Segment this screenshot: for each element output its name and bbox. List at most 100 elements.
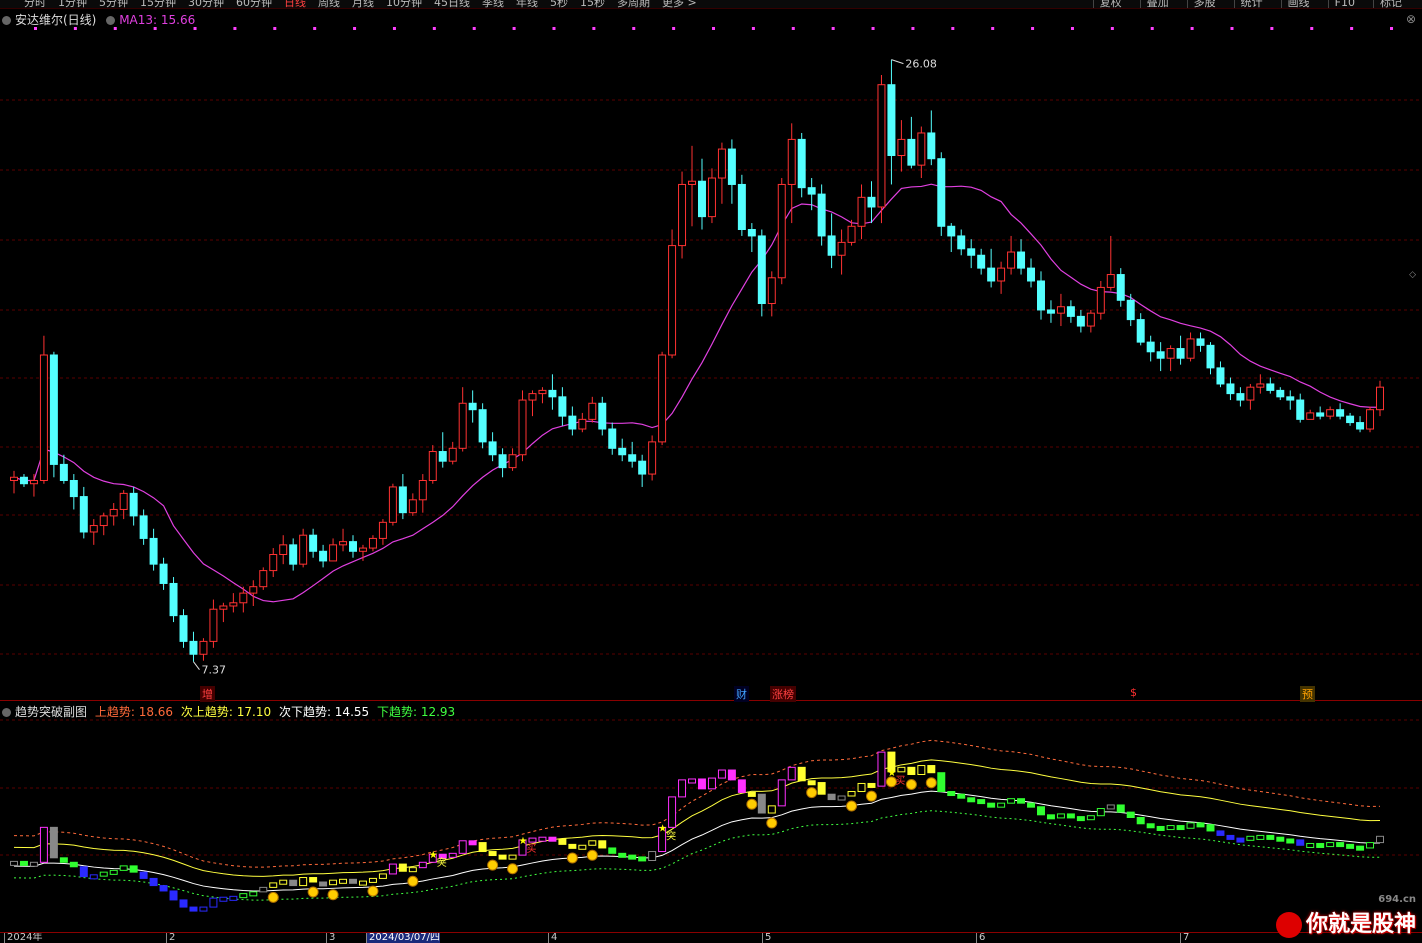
sub-up-trend-line	[13, 759, 1381, 877]
top-dot-marker	[313, 27, 317, 30]
trend-bar	[478, 842, 487, 853]
trend-bar	[678, 779, 687, 798]
signal-label: 突	[437, 856, 447, 869]
trend-bar	[1076, 816, 1085, 822]
star-icon: ★	[519, 836, 528, 847]
candle-up	[1106, 274, 1115, 288]
event-marker[interactable]: 预	[1300, 686, 1315, 702]
x-axis: 2024年 2 3 2024/03/07/四 4 5 6 7	[0, 932, 1422, 943]
candle-down	[19, 476, 28, 485]
trend-bar	[568, 843, 577, 849]
watermark-url: 694.cn	[1378, 894, 1416, 905]
event-marker[interactable]: 涨榜	[770, 686, 796, 702]
smiley-signal-icon	[586, 849, 598, 861]
trend-bar	[189, 906, 198, 912]
signal-label: 突	[666, 829, 676, 842]
trend-bar	[877, 751, 886, 787]
candlestick-chart[interactable]: 26.087.37突★买★买★突★	[0, 0, 1422, 942]
trend-bar	[199, 906, 208, 912]
candle-down	[1266, 383, 1275, 391]
top-dot-marker	[991, 27, 995, 30]
top-dot-marker	[233, 27, 237, 30]
smiley-signal-icon	[367, 885, 379, 897]
candle-up	[368, 537, 377, 549]
collapse-icon[interactable]	[2, 708, 11, 717]
trend-bar	[548, 836, 557, 842]
trend-bar	[747, 791, 756, 797]
up-trend-label: 上趋势: 18.66	[94, 705, 174, 719]
candle-down	[1236, 393, 1245, 401]
candle-down	[1276, 389, 1285, 398]
trend-bar	[89, 874, 98, 880]
trend-bar	[668, 796, 677, 828]
candle-up	[199, 640, 208, 655]
candle-up	[648, 441, 657, 475]
trend-bar	[847, 791, 856, 797]
candle-down	[319, 550, 328, 562]
candle-up	[777, 183, 786, 279]
trend-bar	[977, 799, 986, 805]
candle-down	[817, 193, 826, 237]
candle-down	[1226, 383, 1235, 395]
top-dot-marker	[552, 27, 556, 30]
event-marker[interactable]: $	[1128, 686, 1139, 699]
stock-name: 安达维尔(日线)	[15, 13, 97, 27]
candle-down	[398, 486, 407, 514]
low-price-label: 7.37	[201, 664, 226, 677]
sub-legend: 趋势突破副图 上趋势: 18.66 次上趋势: 17.10 次下趋势: 14.5…	[2, 703, 455, 720]
candle-down	[438, 451, 447, 462]
candle-up	[378, 521, 387, 539]
trend-bar	[757, 793, 766, 814]
candle-down	[827, 235, 836, 256]
trend-bar	[1246, 835, 1255, 841]
event-marker[interactable]: 财	[734, 686, 749, 702]
trend-bar	[937, 772, 946, 793]
diamond-icon[interactable]: ◇	[1409, 270, 1416, 280]
trend-bar	[867, 782, 876, 788]
candle-up	[678, 183, 687, 247]
candle-up	[458, 402, 467, 449]
trend-bar	[209, 897, 218, 908]
trend-bar	[508, 854, 517, 860]
trend-bar	[339, 878, 348, 884]
trend-bar	[1126, 811, 1135, 818]
trend-bar	[1046, 814, 1055, 820]
candle-up	[717, 148, 726, 179]
star-icon: ★	[429, 850, 438, 861]
trend-bar	[1326, 842, 1335, 848]
candle-down	[149, 537, 158, 565]
candle-up	[1166, 348, 1175, 359]
trend-bar	[707, 777, 716, 790]
trend-bar	[319, 881, 328, 887]
trend-bar	[1166, 825, 1175, 831]
smiley-signal-icon	[766, 817, 778, 829]
candle-up	[658, 354, 667, 443]
candle-up	[329, 544, 338, 562]
trend-bar	[688, 778, 697, 784]
candle-down	[947, 225, 956, 237]
candle-down	[129, 492, 138, 517]
candle-up	[1056, 306, 1065, 314]
candle-up	[847, 225, 856, 243]
close-icon[interactable]: ⊗	[1406, 12, 1416, 26]
star-icon: ★	[658, 823, 667, 834]
trend-bar	[837, 795, 846, 801]
candle-up	[279, 544, 288, 556]
trend-bar	[349, 878, 357, 884]
top-dot-marker	[712, 27, 716, 30]
candle-down	[1216, 367, 1225, 385]
top-dot-marker	[1230, 27, 1234, 30]
candle-up	[39, 354, 48, 481]
trend-bar	[1356, 845, 1365, 851]
candle-up	[418, 479, 427, 501]
candle-up	[219, 605, 228, 610]
event-marker[interactable]: 增	[200, 686, 215, 702]
main-legend: 安达维尔(日线) MA13: 15.66	[2, 11, 195, 28]
low-price-pointer	[193, 661, 200, 670]
top-dot-marker	[1110, 27, 1114, 30]
candle-up	[518, 399, 527, 456]
settings-icon[interactable]	[106, 16, 116, 25]
collapse-icon[interactable]	[2, 16, 11, 25]
candle-down	[488, 441, 497, 456]
top-dot-marker	[592, 27, 596, 30]
